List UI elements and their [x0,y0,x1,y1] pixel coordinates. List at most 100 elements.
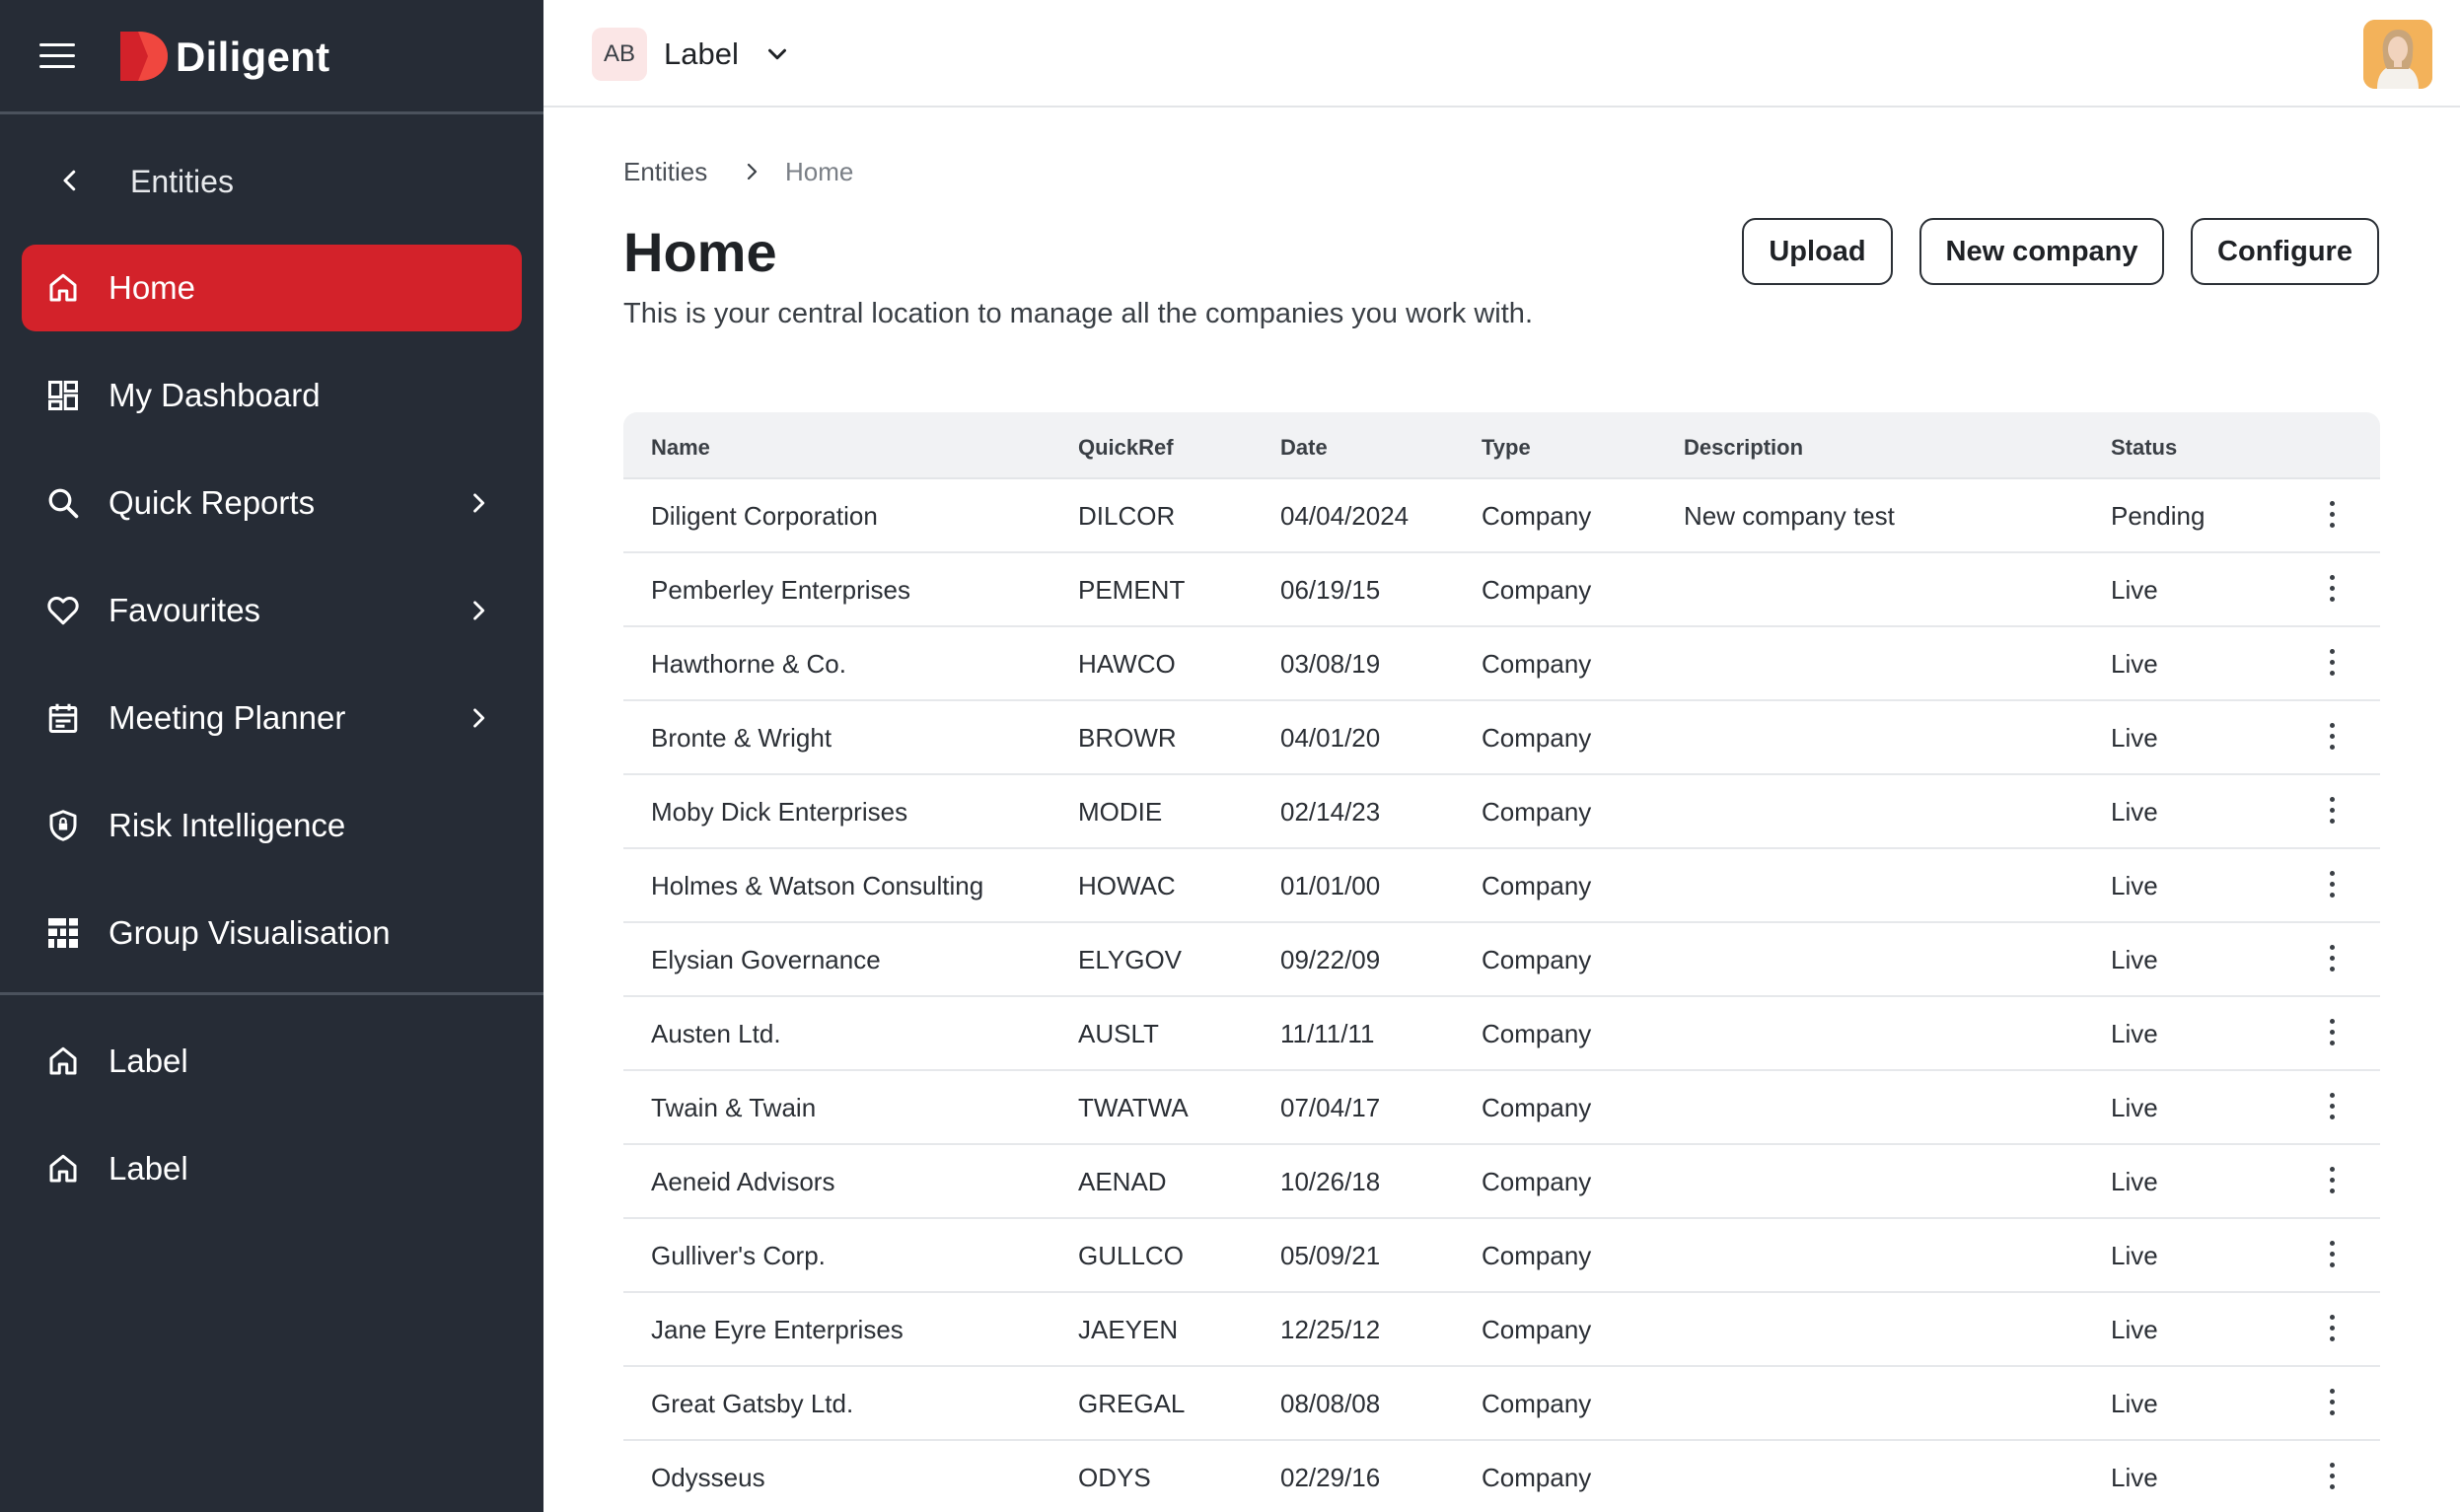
more-options-icon[interactable] [2320,723,2344,753]
cell-name: Great Gatsby Ltd. [651,1389,854,1418]
diligent-logo [120,32,168,81]
org-badge[interactable]: AB [592,28,647,81]
table-row[interactable]: Elysian Governance ELYGOV 09/22/09 Company L… [623,923,2380,997]
cell-description: New company test [1684,501,1895,531]
sidebar-item-group-visualisation[interactable]: Group Visualisation [22,890,522,976]
cell-type: Company [1482,575,1592,605]
cell-quickref: HOWAC [1078,871,1176,900]
cell-name: Elysian Governance [651,945,881,974]
more-options-icon[interactable] [2320,797,2344,827]
table-row[interactable]: Austen Ltd. AUSLT 11/11/11 Company Live [623,997,2380,1071]
more-options-icon[interactable] [2320,1315,2344,1344]
cell-name: Austen Ltd. [651,1019,781,1048]
heart-icon [47,597,79,625]
cell-status: Live [2111,649,2158,679]
chevron-right-icon [473,493,485,513]
new-company-button[interactable]: New company [1919,218,2164,285]
cell-quickref: HAWCO [1078,649,1176,679]
avatar-portrait-icon [2363,20,2432,89]
sidebar-item-meeting-planner[interactable]: Meeting Planner [22,675,522,761]
cell-date: 03/08/19 [1280,649,1381,679]
column-header-name[interactable]: Name [651,434,710,462]
cell-quickref: GULLCO [1078,1241,1184,1270]
calendar-icon [48,703,78,733]
table-row[interactable]: Jane Eyre Enterprises JAEYEN 12/25/12 Compa… [623,1293,2380,1367]
more-options-icon[interactable] [2320,871,2344,900]
back-to-entities[interactable]: Entities [0,146,543,215]
cell-name: Gulliver's Corp. [651,1241,826,1270]
sidebar-item-my-dashboard[interactable]: My Dashboard [22,352,522,439]
cell-date: 06/19/15 [1280,575,1381,605]
top-bar: AB Label [543,0,2460,108]
breadcrumb-entities[interactable]: Entities [623,156,707,187]
cell-quickref: AENAD [1078,1167,1167,1196]
more-options-icon[interactable] [2320,1463,2344,1492]
org-switcher-label[interactable]: Label [664,35,739,74]
cell-type: Company [1482,723,1592,753]
more-options-icon[interactable] [2320,1241,2344,1270]
menu-icon[interactable] [39,43,75,71]
more-options-icon[interactable] [2320,649,2344,679]
cell-name: Twain & Twain [651,1093,817,1122]
cell-date: 01/01/00 [1280,871,1381,900]
shield-icon [49,810,77,841]
table-row[interactable]: Bronte & Wright BROWR 04/01/20 Company Live [623,701,2380,775]
cell-type: Company [1482,501,1592,531]
cell-date: 02/14/23 [1280,797,1381,827]
cell-status: Live [2111,1463,2158,1492]
cell-status: Live [2111,1241,2158,1270]
table-row[interactable]: Moby Dick Enterprises MODIE 02/14/23 Compan… [623,775,2380,849]
column-header-quickref[interactable]: QuickRef [1078,434,1174,462]
chevron-down-icon[interactable] [762,39,792,69]
cell-type: Company [1482,1019,1592,1048]
table-row[interactable]: Great Gatsby Ltd. GREGAL 08/08/08 Company Li… [623,1367,2380,1441]
sidebar-item-home[interactable]: Home [22,245,522,331]
table-row[interactable]: Pemberley Enterprises PEMENT 06/19/15 Compa… [623,553,2380,627]
cell-status: Pending [2111,501,2206,531]
home-icon [49,1046,77,1075]
sidebar-item-label-2[interactable]: Label [22,1125,522,1212]
cell-type: Company [1482,1389,1592,1418]
sidebar-item-favourites[interactable]: Favourites [22,567,522,654]
table-row[interactable]: Gulliver's Corp. GULLCO 05/09/21 Company Liv… [623,1219,2380,1293]
more-options-icon[interactable] [2320,501,2344,531]
cell-date: 08/08/08 [1280,1389,1381,1418]
cell-date: 09/22/09 [1280,945,1381,974]
column-header-date[interactable]: Date [1280,434,1328,462]
sidebar-item-risk-intelligence[interactable]: Risk Intelligence [22,782,522,869]
configure-button[interactable]: Configure [2191,218,2379,285]
sidebar-item-label: Risk Intelligence [109,807,346,843]
cell-date: 04/01/20 [1280,723,1381,753]
brand-bar: Diligent [0,0,543,114]
table-row[interactable]: Odysseus ODYS 02/29/16 Company Live [623,1441,2380,1512]
column-header-description[interactable]: Description [1684,434,1803,462]
more-options-icon[interactable] [2320,575,2344,605]
chevron-right-icon [473,708,485,728]
table-row[interactable]: Hawthorne & Co. HAWCO 03/08/19 Company Live [623,627,2380,701]
cell-type: Company [1482,1463,1592,1492]
cell-date: 05/09/21 [1280,1241,1381,1270]
sidebar-item-label: Label [109,1150,188,1187]
more-options-icon[interactable] [2320,1093,2344,1122]
sidebar-item-label: Label [109,1043,188,1079]
table-row[interactable]: Aeneid Advisors AENAD 10/26/18 Company Live [623,1145,2380,1219]
cell-quickref: MODIE [1078,797,1163,827]
user-avatar[interactable] [2363,20,2432,89]
table-row[interactable]: Holmes & Watson Consulting HOWAC 01/01/00 C… [623,849,2380,923]
cell-quickref: AUSLT [1078,1019,1159,1048]
more-options-icon[interactable] [2320,1019,2344,1048]
more-options-icon[interactable] [2320,1167,2344,1196]
more-options-icon[interactable] [2320,945,2344,974]
cell-status: Live [2111,1167,2158,1196]
cell-status: Live [2111,1093,2158,1122]
sidebar-item-quick-reports[interactable]: Quick Reports [22,460,522,546]
column-header-status[interactable]: Status [2111,434,2177,462]
upload-button[interactable]: Upload [1742,218,1893,285]
sidebar-item-label-1[interactable]: Label [22,1018,522,1105]
column-header-type[interactable]: Type [1482,434,1531,462]
cell-date: 10/26/18 [1280,1167,1381,1196]
table-row[interactable]: Twain & Twain TWATWA 07/04/17 Company Live [623,1071,2380,1145]
table-row[interactable]: Diligent Corporation DILCOR 04/04/2024 Comp… [623,479,2380,553]
more-options-icon[interactable] [2320,1389,2344,1418]
sidebar-item-label: My Dashboard [109,377,321,413]
